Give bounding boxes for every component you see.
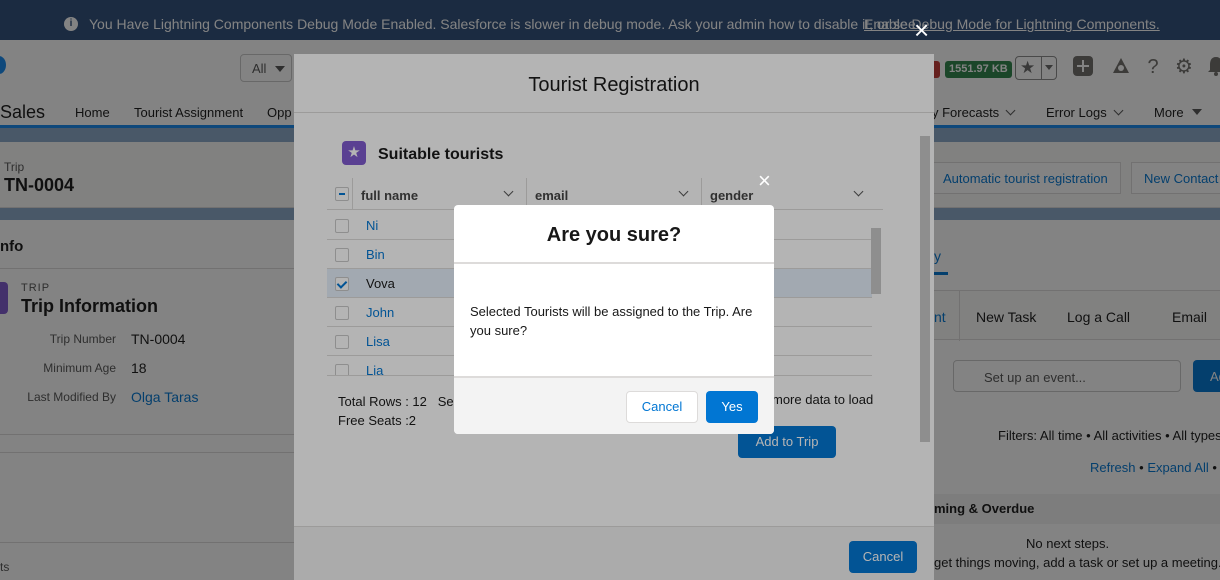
divider <box>454 262 774 264</box>
dialog-footer: Cancel Yes <box>454 376 774 434</box>
close-icon[interactable]: × <box>758 170 771 192</box>
confirm-dialog: Are you sure? Selected Tourists will be … <box>454 205 774 434</box>
cancel-button[interactable]: Cancel <box>626 391 698 423</box>
dialog-title: Are you sure? <box>546 224 682 246</box>
dialog-message: Selected Tourists will be assigned to th… <box>470 304 753 338</box>
yes-button[interactable]: Yes <box>706 391 758 423</box>
close-icon[interactable]: × <box>914 17 929 43</box>
